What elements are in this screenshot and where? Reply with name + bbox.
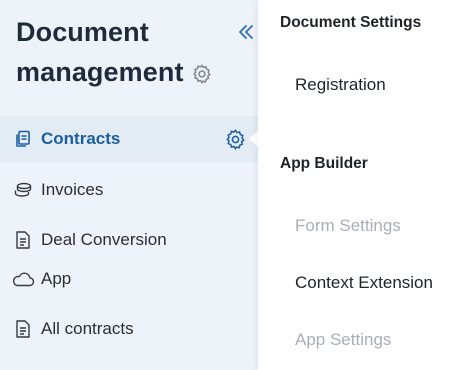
document-icon [11, 317, 35, 341]
sidebar-item-label: Invoices [41, 180, 104, 199]
gear-icon[interactable] [224, 128, 247, 151]
page-title: Document management [16, 12, 231, 92]
cloud-icon [11, 267, 35, 291]
sidebar-item-app[interactable]: App [0, 256, 258, 302]
double-chevron-left-icon [237, 23, 255, 41]
sidebar: Document management Contracts Invoices D… [0, 0, 258, 370]
menu-item-registration[interactable]: Registration [295, 75, 386, 95]
sidebar-item-label: All contracts [41, 319, 134, 338]
section-header-document-settings: Document Settings [280, 14, 422, 31]
collapse-sidebar-button[interactable] [233, 18, 259, 46]
sidebar-item-label: Deal Conversion [41, 230, 167, 249]
sidebar-item-label: Contracts [41, 129, 121, 148]
settings-dropdown-menu: Document Settings Registration App Build… [258, 0, 455, 370]
menu-item-form-settings[interactable]: Form Settings [295, 216, 401, 236]
document-icon [11, 228, 35, 252]
sidebar-item-contracts[interactable]: Contracts [0, 116, 258, 162]
sidebar-item-invoices[interactable]: Invoices [0, 167, 258, 213]
page-title-line1: Document [16, 17, 149, 47]
sidebar-item-all-contracts[interactable]: All contracts [0, 306, 258, 352]
coins-icon [11, 178, 35, 202]
copy-documents-icon [11, 127, 35, 151]
gear-icon[interactable] [191, 63, 213, 85]
sidebar-item-label: App [41, 269, 72, 288]
menu-item-context-extension[interactable]: Context Extension [295, 273, 433, 293]
section-header-app-builder: App Builder [280, 155, 368, 172]
page-title-line2: management [16, 57, 184, 87]
menu-item-app-settings[interactable]: App Settings [295, 330, 391, 350]
